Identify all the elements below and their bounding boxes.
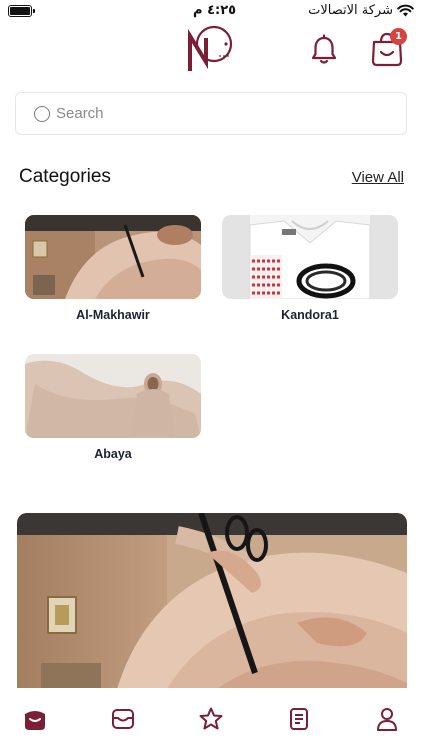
- battery-icon: [8, 5, 35, 17]
- view-all-link[interactable]: View All: [352, 169, 404, 186]
- home-icon[interactable]: [22, 706, 48, 732]
- status-carrier: شركة الاتصالات: [308, 3, 414, 18]
- category-card-al-makhawir[interactable]: Al-Makhawir: [25, 215, 201, 322]
- search-bar[interactable]: [15, 92, 407, 135]
- status-bar: ٤:٢٥ م شركة الاتصالات: [0, 0, 422, 22]
- category-label: Kandora1: [281, 308, 339, 322]
- bottom-tab-bar: [0, 688, 422, 750]
- category-image-abaya[interactable]: [25, 354, 201, 438]
- promo-banner[interactable]: [17, 513, 407, 689]
- star-icon[interactable]: [198, 706, 224, 732]
- orders-icon[interactable]: [286, 706, 312, 732]
- wifi-icon: [397, 4, 414, 17]
- category-label: Abaya: [94, 447, 132, 461]
- status-time: ٤:٢٥ م: [193, 3, 237, 18]
- profile-icon[interactable]: [374, 706, 400, 732]
- search-input[interactable]: [56, 105, 376, 122]
- search-icon: [34, 105, 50, 122]
- brand-logo-icon[interactable]: [182, 24, 238, 74]
- carrier-name: شركة الاتصالات: [308, 3, 393, 18]
- category-card-kandora1[interactable]: Kandora1: [222, 215, 398, 322]
- category-card-abaya[interactable]: Abaya: [25, 354, 201, 461]
- bell-icon[interactable]: [309, 34, 339, 66]
- cart-count-badge: 1: [390, 28, 407, 45]
- categories-title: Categories: [19, 166, 111, 187]
- inbox-icon[interactable]: [110, 706, 136, 732]
- category-image-al-makhawir[interactable]: [25, 215, 201, 299]
- category-label: Al-Makhawir: [76, 308, 150, 322]
- category-image-kandora1[interactable]: [222, 215, 398, 299]
